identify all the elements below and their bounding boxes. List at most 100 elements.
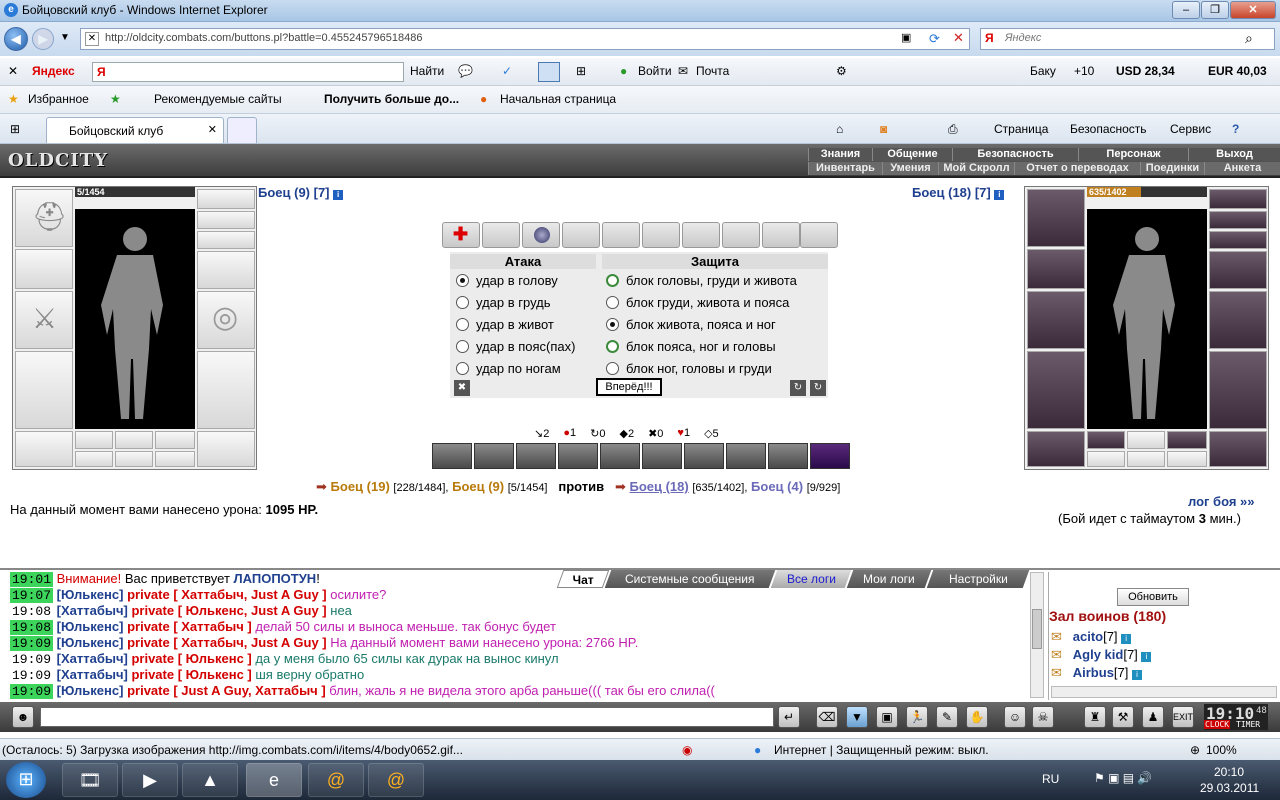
attack-radio-legs[interactable]: [456, 362, 469, 375]
attack-label-belly[interactable]: удар в живот: [476, 317, 554, 332]
refresh-button[interactable]: Обновить: [1117, 588, 1189, 606]
tray-icons[interactable]: ⚑ ▣ ▤ 🔊: [1094, 771, 1152, 785]
settings-gear-icon[interactable]: ⚙: [836, 64, 847, 78]
tab-active[interactable]: Бойцовский клуб ✕: [46, 117, 224, 143]
scroll-slot-10[interactable]: [800, 222, 838, 248]
compat-icon[interactable]: ▣: [901, 31, 919, 47]
chat-time[interactable]: 19:09: [10, 668, 54, 683]
menu-security[interactable]: Безопасность: [952, 148, 1078, 161]
eur-rate[interactable]: EUR 40,03: [1208, 64, 1267, 78]
right-fighter-portrait[interactable]: [1087, 209, 1207, 429]
info-icon[interactable]: i: [994, 190, 1005, 200]
history-dropdown-icon[interactable]: ▼: [60, 32, 70, 43]
enemy-legs-slot[interactable]: [1209, 351, 1267, 429]
tray-time[interactable]: 20:10: [1214, 765, 1244, 779]
security-zone[interactable]: Интернет | Защищенный режим: выкл.: [774, 743, 989, 757]
tray-date[interactable]: 29.03.2011: [1200, 781, 1259, 795]
chat-private[interactable]: private [ Юлькенс ]: [131, 667, 251, 682]
skill-4[interactable]: [558, 443, 598, 469]
minimize-button[interactable]: –: [1172, 1, 1200, 19]
fighter-icon[interactable]: 🏃: [906, 706, 928, 728]
refresh-icon[interactable]: ⟳: [929, 31, 940, 47]
menu-skills[interactable]: Умения: [882, 162, 938, 175]
search-icon[interactable]: ⌕: [1245, 30, 1253, 47]
scroll-slot-7[interactable]: [682, 222, 720, 248]
scroll-slot-5[interactable]: [602, 222, 640, 248]
defense-radio-3[interactable]: [606, 318, 619, 331]
start-button[interactable]: ⊞: [6, 762, 46, 798]
privacy-icon[interactable]: ◉: [682, 743, 692, 757]
attack-label-chest[interactable]: удар в грудь: [476, 295, 551, 310]
add-favorite-icon[interactable]: ★: [110, 92, 121, 106]
auto-icon-1[interactable]: ↻: [790, 380, 806, 396]
skill-7[interactable]: [684, 443, 724, 469]
taskbar-aimp-icon[interactable]: ▲: [182, 763, 238, 797]
chat-author[interactable]: [Хаттабыч]: [57, 651, 128, 666]
attack-radio-groin[interactable]: [456, 340, 469, 353]
chat-time[interactable]: 19:01: [10, 572, 54, 587]
chat-author[interactable]: [Юлькенс]: [57, 587, 124, 602]
taskbar-film-icon[interactable]: 🎞: [62, 763, 118, 797]
recommended-sites[interactable]: Рекомендуемые сайты: [154, 92, 282, 106]
chat-author[interactable]: [Хаттабыч]: [57, 667, 128, 682]
chat-private[interactable]: private [ Хаттабыч, Just A Guy ]: [127, 635, 327, 650]
exit-icon[interactable]: EXIT: [1172, 706, 1194, 728]
scroll-slot-8[interactable]: [722, 222, 760, 248]
left-fighter-name[interactable]: Боец (9) [7] i: [258, 185, 344, 200]
amulet-slot[interactable]: [197, 211, 255, 229]
attack-radio-belly[interactable]: [456, 318, 469, 331]
save-icon[interactable]: ▣: [876, 706, 898, 728]
chat-time[interactable]: 19:07: [10, 588, 54, 603]
menu-inventory[interactable]: Инвентарь: [808, 162, 882, 175]
taskbar-media-icon[interactable]: ▶: [122, 763, 178, 797]
user-row[interactable]: ✉ Airbus[7] i: [1051, 665, 1143, 681]
tray-language[interactable]: RU: [1042, 772, 1059, 786]
chat-author[interactable]: [Юлькенс]: [57, 683, 124, 698]
skill-3[interactable]: [516, 443, 556, 469]
tab-system-messages[interactable]: Системные сообщения: [604, 570, 776, 588]
smile-icon[interactable]: ☺: [1004, 706, 1026, 728]
chat-scroll-thumb[interactable]: [1032, 609, 1042, 649]
enemy-armor-slot[interactable]: [1027, 351, 1085, 429]
chat-bubble-icon[interactable]: 💬: [458, 64, 473, 78]
empty-slot-1[interactable]: [75, 451, 113, 467]
chat-time[interactable]: 19:09: [10, 684, 54, 699]
scroll-slot-2[interactable]: [482, 222, 520, 248]
enemy-empty-slot-2[interactable]: [1127, 451, 1165, 467]
menu-my-scroll[interactable]: Мой Скролл: [938, 162, 1014, 175]
new-tab[interactable]: [227, 117, 257, 143]
defense-label-2[interactable]: блок груди, живота и пояса: [626, 295, 789, 310]
skill-8[interactable]: [726, 443, 766, 469]
defense-label-3[interactable]: блок живота, пояса и ног: [626, 317, 776, 332]
menu-transfers[interactable]: Отчет о переводах: [1014, 162, 1140, 175]
find-button[interactable]: Найти: [410, 64, 444, 78]
enemy-bracers-slot[interactable]: [1027, 249, 1085, 289]
auto-icon-2[interactable]: ↻: [810, 380, 826, 396]
login-icon[interactable]: ●: [620, 64, 627, 78]
belt-slot[interactable]: [15, 431, 73, 467]
taskbar-ie-icon[interactable]: e: [246, 763, 302, 797]
quick-tabs-icon[interactable]: ⊞: [10, 122, 20, 136]
pocket-slot-2[interactable]: [115, 431, 153, 449]
info-icon[interactable]: i: [1121, 634, 1132, 644]
taskbar-mail-icon-1[interactable]: @: [308, 763, 364, 797]
info-icon[interactable]: i: [1141, 652, 1152, 662]
defense-radio-5[interactable]: [606, 362, 619, 375]
yandex-brand[interactable]: Яндекс: [32, 64, 75, 78]
send-icon[interactable]: ↵: [778, 706, 800, 728]
chat-author[interactable]: [Юлькенс]: [57, 635, 124, 650]
chat-private[interactable]: private [ Хаттабыч, Just A Guy ]: [127, 587, 327, 602]
back-button[interactable]: ◀: [4, 27, 28, 51]
scroll-slot-heal[interactable]: ✚: [442, 222, 480, 248]
defense-radio-2[interactable]: [606, 296, 619, 309]
scroll-slot-3[interactable]: [522, 222, 560, 248]
menu-exit[interactable]: Выход: [1188, 148, 1280, 161]
tab-my-logs[interactable]: Мои логи: [846, 570, 932, 588]
scroll-slot-9[interactable]: [762, 222, 800, 248]
armor-slot[interactable]: [15, 351, 73, 429]
info-icon[interactable]: i: [333, 190, 344, 200]
close-toolbar-icon[interactable]: ✕: [8, 64, 18, 78]
right-fighter-name[interactable]: Боец (18) [7] i: [912, 185, 1005, 200]
attack-label-head[interactable]: удар в голову: [476, 273, 558, 288]
scroll-slot-6[interactable]: [642, 222, 680, 248]
